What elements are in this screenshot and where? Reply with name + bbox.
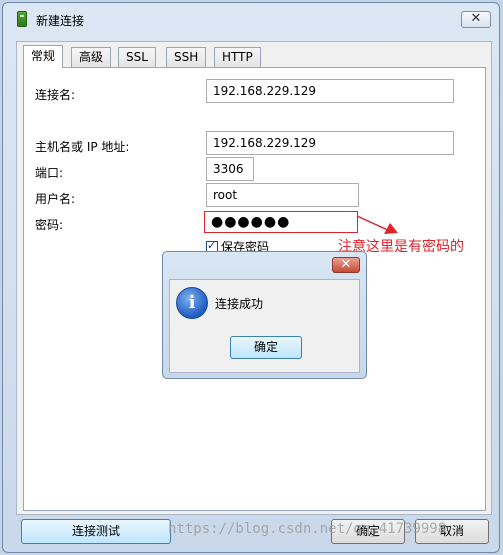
port-label: 端口: (35, 166, 64, 180)
app-icon (17, 11, 27, 27)
tab-ssh[interactable]: SSH (166, 47, 207, 67)
success-message-box: ✕ i 连接成功 确定 (162, 251, 367, 379)
username-input[interactable]: root (206, 183, 359, 207)
host-label: 主机名或 IP 地址: (35, 140, 130, 154)
tab-ssl[interactable]: SSL (118, 47, 156, 67)
title-bar[interactable]: 新建连接 ✕ (3, 3, 499, 33)
window-close-button[interactable]: ✕ (461, 11, 491, 28)
watermark: https://blog.csdn.net/qq_41739998 (168, 521, 447, 537)
message-close-button[interactable]: ✕ (332, 257, 360, 273)
tab-advanced[interactable]: 高级 (71, 47, 112, 67)
host-input[interactable]: 192.168.229.129 (206, 131, 454, 155)
annotation-arrow-icon (356, 215, 398, 234)
connection-name-label: 连接名: (35, 88, 76, 102)
password-input[interactable]: ●●●●●● (204, 211, 358, 233)
message-body: i 连接成功 确定 (169, 279, 360, 373)
window-title: 新建连接 (36, 14, 85, 28)
username-label: 用户名: (35, 192, 76, 206)
test-connection-button[interactable]: 连接测试 (21, 519, 171, 544)
password-label: 密码: (35, 218, 64, 232)
message-ok-button[interactable]: 确定 (230, 336, 302, 359)
message-text: 连接成功 (215, 297, 264, 311)
tab-http[interactable]: HTTP (214, 47, 261, 67)
connection-name-input[interactable]: 192.168.229.129 (206, 79, 454, 103)
info-icon: i (176, 287, 208, 319)
port-input[interactable]: 3306 (206, 157, 254, 181)
tab-general[interactable]: 常规 (23, 45, 64, 68)
